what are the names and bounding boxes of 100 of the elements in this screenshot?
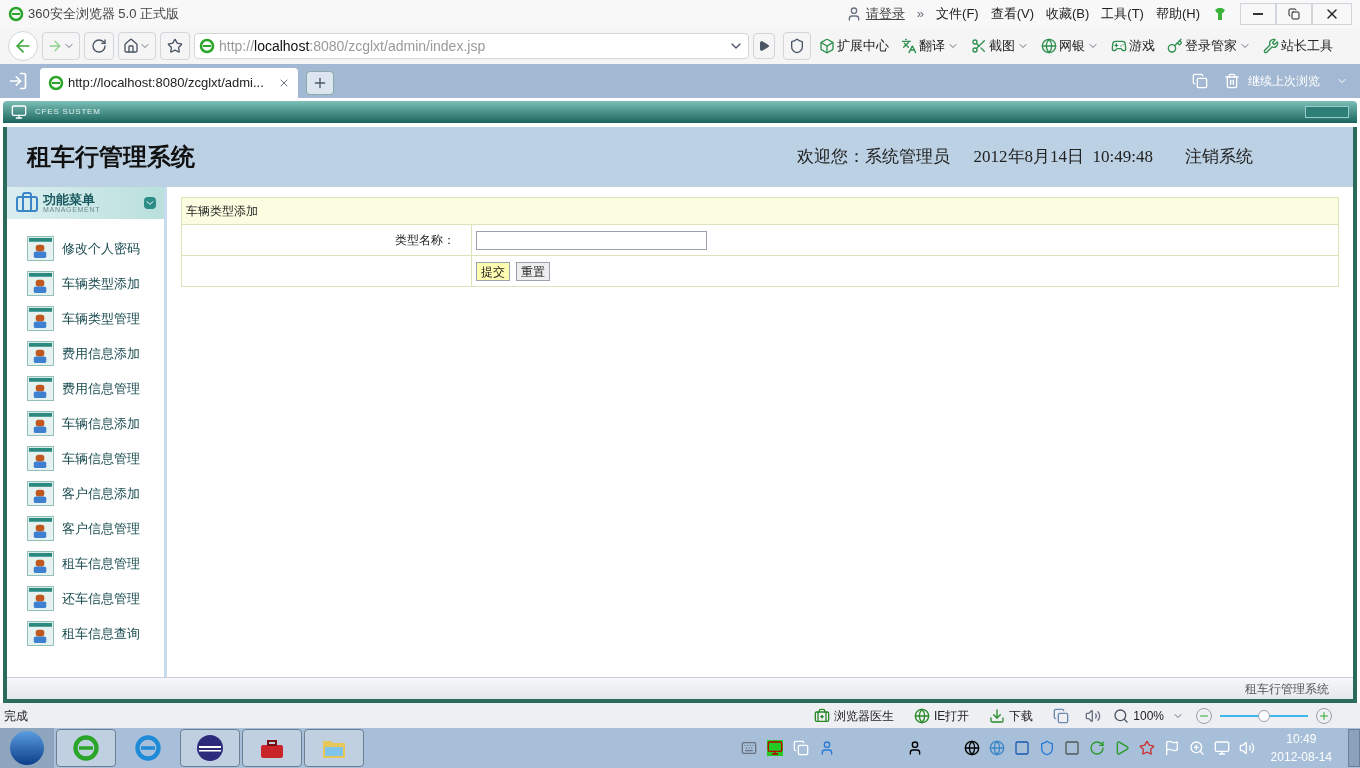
window-title: 360安全浏览器 5.0 正式版 [28, 5, 179, 24]
windows-icon[interactable] [1192, 73, 1208, 89]
gamepad-icon [1111, 38, 1127, 54]
security-button[interactable] [783, 32, 811, 60]
new-tab-button[interactable] [306, 71, 334, 95]
menu-item[interactable]: 车辆信息添加 [27, 406, 164, 441]
banner-text: CFES SUSTEM [35, 106, 101, 118]
menu-item[interactable]: 租车信息查询 [27, 616, 164, 651]
status-button[interactable]: IE打开 [913, 706, 970, 725]
user-card-icon [27, 621, 54, 646]
user-card-icon [27, 341, 54, 366]
toolbar-button[interactable]: 登录管家 [1163, 36, 1255, 56]
browser-tab[interactable]: http://localhost:8080/zcglxt/admi... [40, 68, 298, 98]
globe-icon[interactable] [963, 740, 980, 756]
home-button[interactable] [118, 32, 156, 60]
refresh-icon [91, 38, 107, 54]
menu-item[interactable]: 车辆类型管理 [27, 301, 164, 336]
toolbar-button[interactable]: 截图 [967, 36, 1033, 56]
zoom-slider[interactable] [1220, 709, 1308, 722]
logout-link[interactable]: 注销系统 [1185, 144, 1253, 170]
user-card-icon [27, 306, 54, 331]
menu-title: 功能菜单 [43, 193, 96, 206]
toolbar-button[interactable]: 站长工具 [1259, 36, 1337, 56]
menu-item[interactable]: 工具(T) [1101, 4, 1144, 24]
minimize-icon [1253, 13, 1263, 15]
collapse-icon[interactable] [144, 197, 156, 209]
go-button[interactable] [753, 33, 775, 59]
toolbar-button[interactable]: 游戏 [1107, 36, 1159, 56]
app-title: 租车行管理系统 [27, 143, 195, 172]
flag-icon[interactable] [1163, 740, 1180, 756]
form-button[interactable]: 重置 [516, 261, 550, 281]
url-text: http://localhost:8080/zcglxt/admin/index.jsp [219, 36, 486, 56]
user-card-icon [27, 446, 54, 471]
volume-icon[interactable] [1085, 707, 1102, 724]
menu-item[interactable]: 修改个人密码 [27, 231, 164, 266]
address-bar[interactable]: http://localhost:8080/zcglxt/admin/index.jsp [194, 33, 749, 59]
windows-icon[interactable] [1053, 707, 1070, 724]
overflow-button[interactable]: » [916, 4, 925, 24]
footer-text: 租车行管理系统 [1245, 680, 1329, 698]
volume-icon[interactable] [1238, 740, 1255, 756]
zoom-icon [1113, 707, 1130, 724]
windows-icon[interactable] [792, 740, 809, 756]
menu-item[interactable]: 还车信息管理 [27, 581, 164, 616]
download-icon [989, 707, 1006, 724]
taskbar-app[interactable] [180, 729, 240, 767]
clock-time: 10:49 [1286, 731, 1317, 748]
back-button[interactable] [8, 31, 38, 61]
trash-icon[interactable] [1224, 73, 1240, 89]
user-card-icon [27, 551, 54, 576]
user-card-icon [27, 411, 54, 436]
magnifier-icon[interactable] [1188, 740, 1205, 756]
translate-icon [901, 38, 917, 54]
slider-thumb[interactable] [1258, 709, 1270, 722]
home-icon [123, 38, 139, 54]
favorite-button[interactable] [160, 32, 190, 60]
form-title: 车辆类型添加 [181, 197, 1339, 225]
menu-item[interactable]: 收藏(B) [1046, 4, 1090, 24]
menu-item[interactable]: 客户信息添加 [27, 476, 164, 511]
scissors-icon [971, 38, 987, 54]
toolbar-button[interactable]: 网银 [1037, 36, 1103, 56]
shirt-icon[interactable] [1212, 6, 1228, 22]
type-name-field[interactable] [476, 230, 707, 250]
menu-item[interactable]: 租车信息管理 [27, 546, 164, 581]
close-tab-icon[interactable] [278, 77, 290, 89]
user-card-icon [27, 236, 54, 261]
minimize-button[interactable] [1240, 3, 1276, 25]
menu-item[interactable]: 查看(V) [990, 4, 1034, 24]
zoom-level[interactable]: 100% [1133, 706, 1164, 725]
toolbar-button[interactable]: 扩展中心 [815, 36, 893, 56]
keyboard-icon[interactable] [740, 740, 757, 756]
start-button[interactable] [0, 728, 54, 768]
menu-item[interactable]: 文件(F) [936, 4, 979, 24]
toolbar-button[interactable]: 翻译 [897, 36, 963, 56]
menu-item[interactable]: 车辆信息管理 [27, 441, 164, 476]
restore-icon [1288, 8, 1300, 20]
play-icon [758, 40, 770, 52]
star-icon[interactable] [1138, 740, 1155, 756]
close-button[interactable] [1312, 3, 1352, 25]
sidebar-toggle-icon[interactable] [8, 71, 28, 91]
shield-icon[interactable] [1038, 740, 1055, 756]
user-card-icon [27, 586, 54, 611]
monitor-icon [11, 104, 27, 120]
refresh-button[interactable] [84, 32, 114, 60]
menu-item[interactable]: 客户信息管理 [27, 511, 164, 546]
menu-item[interactable]: 帮助(H) [1155, 4, 1200, 24]
date-time: 2012年8月14日 10:49:48 [973, 146, 1153, 169]
status-button[interactable]: 下载 [989, 706, 1034, 725]
sync-icon[interactable] [1088, 740, 1105, 756]
taskbar-app[interactable] [242, 729, 302, 767]
globe-icon [1041, 38, 1057, 54]
status-text: 完成 [4, 707, 28, 725]
login-link[interactable]: 请登录 [865, 4, 905, 24]
app-icon[interactable] [1013, 740, 1030, 756]
show-desktop-button[interactable] [1348, 729, 1360, 767]
menu-item[interactable]: 车辆类型添加 [27, 266, 164, 301]
plus-icon [1318, 709, 1330, 722]
status-button[interactable]: 浏览器医生 [813, 706, 894, 725]
form-button[interactable]: 提交 [476, 261, 510, 281]
menu-item[interactable]: 费用信息添加 [27, 336, 164, 371]
menu-item[interactable]: 费用信息管理 [27, 371, 164, 406]
